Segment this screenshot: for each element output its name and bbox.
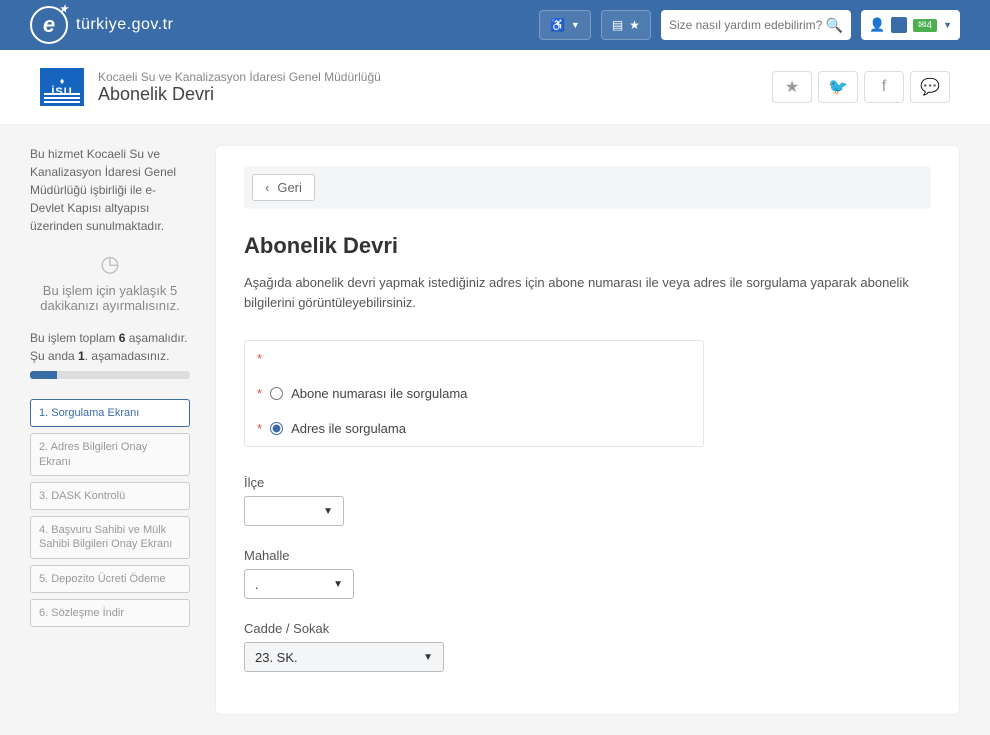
field-cadde: Cadde / Sokak 23. SK. ▼ — [244, 621, 931, 672]
step-2: 2. Adres Bilgileri Onay Ekranı — [30, 433, 190, 476]
wheelchair-icon: ♿ — [550, 18, 565, 32]
organization-logo: ♦ İSU — [40, 68, 84, 106]
radio-label: Adres ile sorgulama — [291, 421, 406, 436]
chevron-left-icon: ‹ — [265, 180, 269, 195]
comment-button[interactable]: 💬 — [910, 71, 950, 103]
logo-icon: e — [30, 6, 68, 44]
search-icon[interactable]: 🔍 — [826, 17, 843, 34]
group-header: * — [245, 341, 703, 376]
top-header: e türkiye.gov.tr ♿ ▼ ▤ ★ 🔍 👤 ✉4 ▼ — [0, 0, 990, 50]
radio-row-abone[interactable]: * Abone numarası ile sorgulama — [245, 376, 703, 411]
user-menu-button[interactable]: 👤 ✉4 ▼ — [861, 10, 960, 40]
select-mahalle[interactable]: . ▼ — [244, 569, 354, 599]
facebook-icon: f — [882, 78, 886, 96]
content-panel: ‹ Geri Abonelik Devri Aşağıda abonelik d… — [215, 145, 960, 715]
estimated-time: ◷ Bu işlem için yaklaşık 5 dakikanızı ay… — [30, 251, 190, 313]
step-1[interactable]: 1. Sorgulama Ekranı — [30, 399, 190, 427]
social-share-row: ★ 🐦 f 💬 — [772, 71, 950, 103]
clock-icon: ◷ — [30, 251, 190, 277]
main-layout: Bu hizmet Kocaeli Su ve Kanalizasyon İda… — [0, 125, 990, 735]
back-bar: ‹ Geri — [244, 166, 931, 209]
site-logo[interactable]: e türkiye.gov.tr — [30, 6, 173, 44]
progress-bar — [30, 371, 190, 379]
star-icon: ★ — [629, 18, 640, 32]
search-input[interactable] — [669, 18, 826, 32]
page-intro: Aşağıda abonelik devri yapmak istediğini… — [244, 273, 931, 312]
avatar — [891, 17, 907, 33]
twitter-icon: 🐦 — [828, 77, 848, 97]
facebook-share-button[interactable]: f — [864, 71, 904, 103]
favorites-button[interactable]: ▤ ★ — [601, 10, 651, 40]
accessibility-button[interactable]: ♿ ▼ — [539, 10, 591, 40]
title-text: Kocaeli Su ve Kanalizasyon İdaresi Genel… — [98, 70, 381, 105]
step-6: 6. Sözleşme İndir — [30, 599, 190, 627]
logo-text: türkiye.gov.tr — [76, 16, 173, 34]
step-4: 4. Başvuru Sahibi ve Mülk Sahibi Bilgile… — [30, 516, 190, 559]
step-3: 3. DASK Kontrolü — [30, 482, 190, 510]
radio-adres[interactable] — [270, 422, 283, 435]
star-icon: ★ — [785, 77, 799, 97]
field-ilce: İlçe ▼ — [244, 475, 931, 526]
chevron-down-icon: ▼ — [333, 579, 343, 590]
page-title-bar: ♦ İSU Kocaeli Su ve Kanalizasyon İdaresi… — [0, 50, 990, 125]
radio-row-adres[interactable]: * Adres ile sorgulama — [245, 411, 703, 446]
search-box[interactable]: 🔍 — [661, 10, 851, 40]
required-asterisk: * — [257, 421, 262, 436]
field-label: İlçe — [244, 475, 931, 490]
required-asterisk: * — [257, 386, 262, 401]
progress-fill — [30, 371, 57, 379]
chevron-down-icon: ▼ — [943, 20, 952, 30]
organization-name: Kocaeli Su ve Kanalizasyon İdaresi Genel… — [98, 70, 381, 84]
favorite-button[interactable]: ★ — [772, 71, 812, 103]
field-label: Cadde / Sokak — [244, 621, 931, 636]
required-asterisk: * — [257, 351, 262, 366]
step-5: 5. Depozito Ücreti Ödeme — [30, 565, 190, 593]
select-cadde[interactable]: 23. SK. ▼ — [244, 642, 444, 672]
query-type-group: * * Abone numarası ile sorgulama * Adres… — [244, 340, 704, 447]
chevron-down-icon: ▼ — [571, 20, 580, 30]
select-ilce[interactable]: ▼ — [244, 496, 344, 526]
select-value: . — [255, 577, 259, 592]
radio-abone-numarasi[interactable] — [270, 387, 283, 400]
progress-text: Bu işlem toplam 6 aşamalıdır. Şu anda 1.… — [30, 329, 190, 365]
user-icon: 👤 — [869, 17, 885, 33]
field-label: Mahalle — [244, 548, 931, 563]
field-mahalle: Mahalle . ▼ — [244, 548, 931, 599]
chevron-down-icon: ▼ — [323, 506, 333, 517]
comment-icon: 💬 — [920, 77, 940, 97]
cooperation-notice: Bu hizmet Kocaeli Su ve Kanalizasyon İda… — [30, 145, 190, 235]
radio-label: Abone numarası ile sorgulama — [291, 386, 467, 401]
card-icon: ▤ — [612, 18, 623, 32]
service-name: Abonelik Devri — [98, 84, 381, 105]
step-list: 1. Sorgulama Ekranı 2. Adres Bilgileri O… — [30, 399, 190, 627]
twitter-share-button[interactable]: 🐦 — [818, 71, 858, 103]
page-heading: Abonelik Devri — [244, 233, 931, 259]
chevron-down-icon: ▼ — [423, 652, 433, 663]
notification-badge: ✉4 — [913, 19, 937, 32]
back-button[interactable]: ‹ Geri — [252, 174, 315, 201]
back-label: Geri — [277, 180, 302, 195]
select-value: 23. SK. — [255, 650, 298, 665]
sidebar: Bu hizmet Kocaeli Su ve Kanalizasyon İda… — [30, 145, 190, 627]
